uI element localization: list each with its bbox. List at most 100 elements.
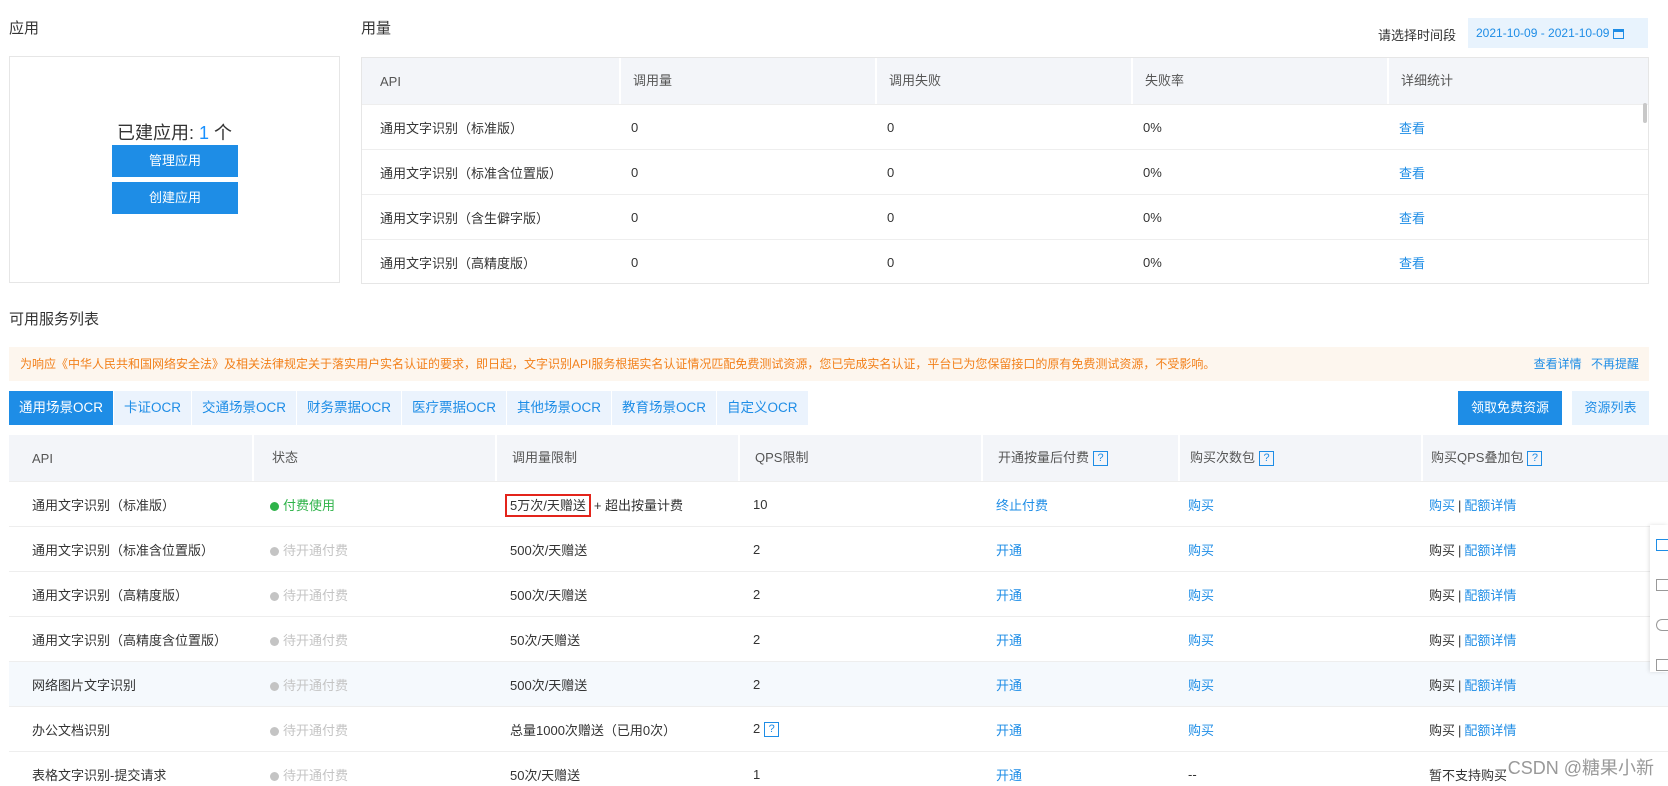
tab-other-ocr[interactable]: 其他场景OCR (507, 391, 612, 425)
buy-qps-link[interactable]: 购买 (1429, 678, 1455, 693)
status-dot-icon (270, 726, 279, 736)
table-row: 网络图片文字识别 待开通付费 500次/天赠送 2 开通 购买 购买 | 配额详情 (9, 661, 1668, 706)
notice-dismiss-link[interactable]: 不再提醒 (1591, 357, 1639, 371)
feedback-icon[interactable] (1656, 539, 1668, 551)
svc-col-limit: 调用量限制 (495, 435, 738, 481)
svc-qps: 2 (753, 586, 761, 602)
status-badge: 待开通付费 (252, 765, 495, 784)
tab-general-ocr[interactable]: 通用场景OCR (9, 391, 114, 425)
help-icon[interactable]: ? (1527, 451, 1543, 467)
svc-col-qps-pack: 购买QPS叠加包? (1421, 435, 1668, 481)
separator: | (1458, 722, 1462, 738)
quota-detail-link[interactable]: 配额详情 (1464, 678, 1516, 693)
usage-api: 通用文字识别（含生僻字版） (380, 210, 550, 226)
status-dot-icon (270, 591, 279, 601)
services-table-header: API 状态 调用量限制 QPS限制 开通按量后付费? 购买次数包? 购买QPS… (9, 435, 1668, 481)
help-icon[interactable]: ? (1259, 451, 1275, 467)
usage-failed: 0 (887, 164, 895, 180)
buy-pack-link[interactable]: 购买 (1188, 678, 1214, 693)
enable-postpay-link[interactable]: 开通 (996, 723, 1022, 738)
tab-traffic-ocr[interactable]: 交通场景OCR (192, 391, 297, 425)
svc-col-qps: QPS限制 (738, 435, 981, 481)
usage-table: API 调用量 调用失败 失败率 详细统计 通用文字识别（标准版） 0 0 0%… (361, 57, 1649, 284)
tab-finance-ocr[interactable]: 财务票据OCR (297, 391, 402, 425)
buy-pack-link[interactable]: 购买 (1188, 543, 1214, 558)
svc-col-pack: 购买次数包? (1178, 435, 1421, 481)
status-text: 付费使用 (283, 497, 336, 513)
date-range-picker[interactable]: 2021-10-09 - 2021-10-09 (1468, 18, 1648, 48)
help-circle-icon[interactable] (1656, 619, 1668, 631)
buy-qps-link[interactable]: 购买 (1429, 543, 1455, 558)
svc-col-status: 状态 (252, 435, 495, 481)
buy-pack-link[interactable]: 购买 (1188, 723, 1214, 738)
enable-postpay-link[interactable]: 开通 (996, 633, 1022, 648)
claim-free-resources-button[interactable]: 领取免费资源 (1458, 391, 1562, 425)
svc-api: 网络图片文字识别 (32, 677, 137, 693)
usage-row: 通用文字识别（标准版） 0 0 0% 查看 (362, 104, 1648, 149)
enable-postpay-link[interactable]: 开通 (996, 543, 1022, 558)
usage-detail-link[interactable]: 查看 (1399, 211, 1425, 226)
services-table: API 状态 调用量限制 QPS限制 开通按量后付费? 购买次数包? 购买QPS… (9, 435, 1668, 786)
date-range-label: 请选择时间段 (1378, 28, 1457, 43)
svc-col-qps-pack-label: 购买QPS叠加包 (1431, 450, 1524, 465)
usage-detail-link[interactable]: 查看 (1399, 166, 1425, 181)
svc-qps: 2 (753, 541, 761, 557)
calendar-icon (1613, 28, 1625, 39)
table-row: 通用文字识别（高精度含位置版） 待开通付费 50次/天赠送 2 开通 购买 购买… (9, 616, 1668, 661)
quota-detail-link[interactable]: 配额详情 (1464, 588, 1516, 603)
buy-pack-link[interactable]: 购买 (1188, 498, 1214, 513)
usage-scrollbar[interactable] (1643, 103, 1647, 123)
quota-detail-link[interactable]: 配额详情 (1464, 498, 1516, 513)
buy-qps-link[interactable]: 购买 (1429, 723, 1455, 738)
svc-col-pack-label: 购买次数包 (1190, 450, 1256, 465)
enable-postpay-link[interactable]: 开通 (996, 678, 1022, 693)
favorite-icon[interactable] (1656, 579, 1668, 591)
usage-col-rate: 失败率 (1131, 58, 1387, 104)
help-icon[interactable]: ? (1093, 451, 1109, 467)
usage-detail-link[interactable]: 查看 (1399, 256, 1425, 271)
svc-qps-value: 2 (753, 720, 761, 736)
resource-list-button[interactable]: 资源列表 (1572, 391, 1649, 425)
usage-col-failed: 调用失败 (875, 58, 1131, 104)
svc-limit: 500次/天赠送 (510, 677, 588, 693)
manage-apps-button[interactable]: 管理应用 (112, 145, 238, 177)
tab-medical-ocr[interactable]: 医疗票据OCR (402, 391, 507, 425)
quota-detail-link[interactable]: 配额详情 (1464, 633, 1516, 648)
notice-detail-link[interactable]: 查看详情 (1534, 357, 1582, 371)
status-text: 待开通付费 (283, 587, 349, 603)
enable-postpay-link[interactable]: 开通 (996, 768, 1022, 783)
enable-postpay-link[interactable]: 开通 (996, 588, 1022, 603)
status-dot-icon (270, 546, 279, 556)
status-dot-icon (270, 681, 279, 691)
tab-education-ocr[interactable]: 教育场景OCR (612, 391, 717, 425)
status-text: 待开通付费 (283, 677, 349, 693)
usage-calls: 0 (631, 209, 639, 225)
usage-section-title: 用量 (361, 20, 392, 37)
usage-col-calls: 调用量 (619, 58, 875, 104)
shield-icon[interactable] (1656, 659, 1668, 671)
svc-qps: 10 (753, 496, 768, 512)
svc-api: 通用文字识别（高精度含位置版） (32, 632, 228, 648)
status-badge: 待开通付费 (252, 720, 495, 739)
quota-detail-link[interactable]: 配额详情 (1464, 543, 1516, 558)
create-app-button[interactable]: 创建应用 (112, 182, 238, 214)
floating-toolbar (1650, 525, 1668, 672)
quota-detail-link[interactable]: 配额详情 (1464, 723, 1516, 738)
usage-detail-link[interactable]: 查看 (1399, 121, 1425, 136)
usage-rate: 0% (1143, 209, 1162, 225)
buy-pack-link[interactable]: 购买 (1188, 633, 1214, 648)
created-apps-count: 已建应用: 1 个 (10, 119, 339, 145)
help-icon[interactable]: ? (764, 722, 780, 738)
stop-postpay-link[interactable]: 终止付费 (996, 498, 1048, 513)
svc-qps: 1 (753, 766, 761, 782)
buy-pack-link[interactable]: 购买 (1188, 588, 1214, 603)
status-text: 待开通付费 (283, 722, 349, 738)
tab-custom-ocr[interactable]: 自定义OCR (717, 391, 809, 425)
status-text: 待开通付费 (283, 767, 349, 783)
svc-qps: 2? (738, 720, 981, 738)
buy-qps-link[interactable]: 购买 (1429, 498, 1455, 513)
buy-qps-link[interactable]: 购买 (1429, 633, 1455, 648)
svc-limit-extra: + 超出按量计费 (593, 497, 684, 513)
buy-qps-link[interactable]: 购买 (1429, 588, 1455, 603)
tab-card-ocr[interactable]: 卡证OCR (114, 391, 192, 425)
